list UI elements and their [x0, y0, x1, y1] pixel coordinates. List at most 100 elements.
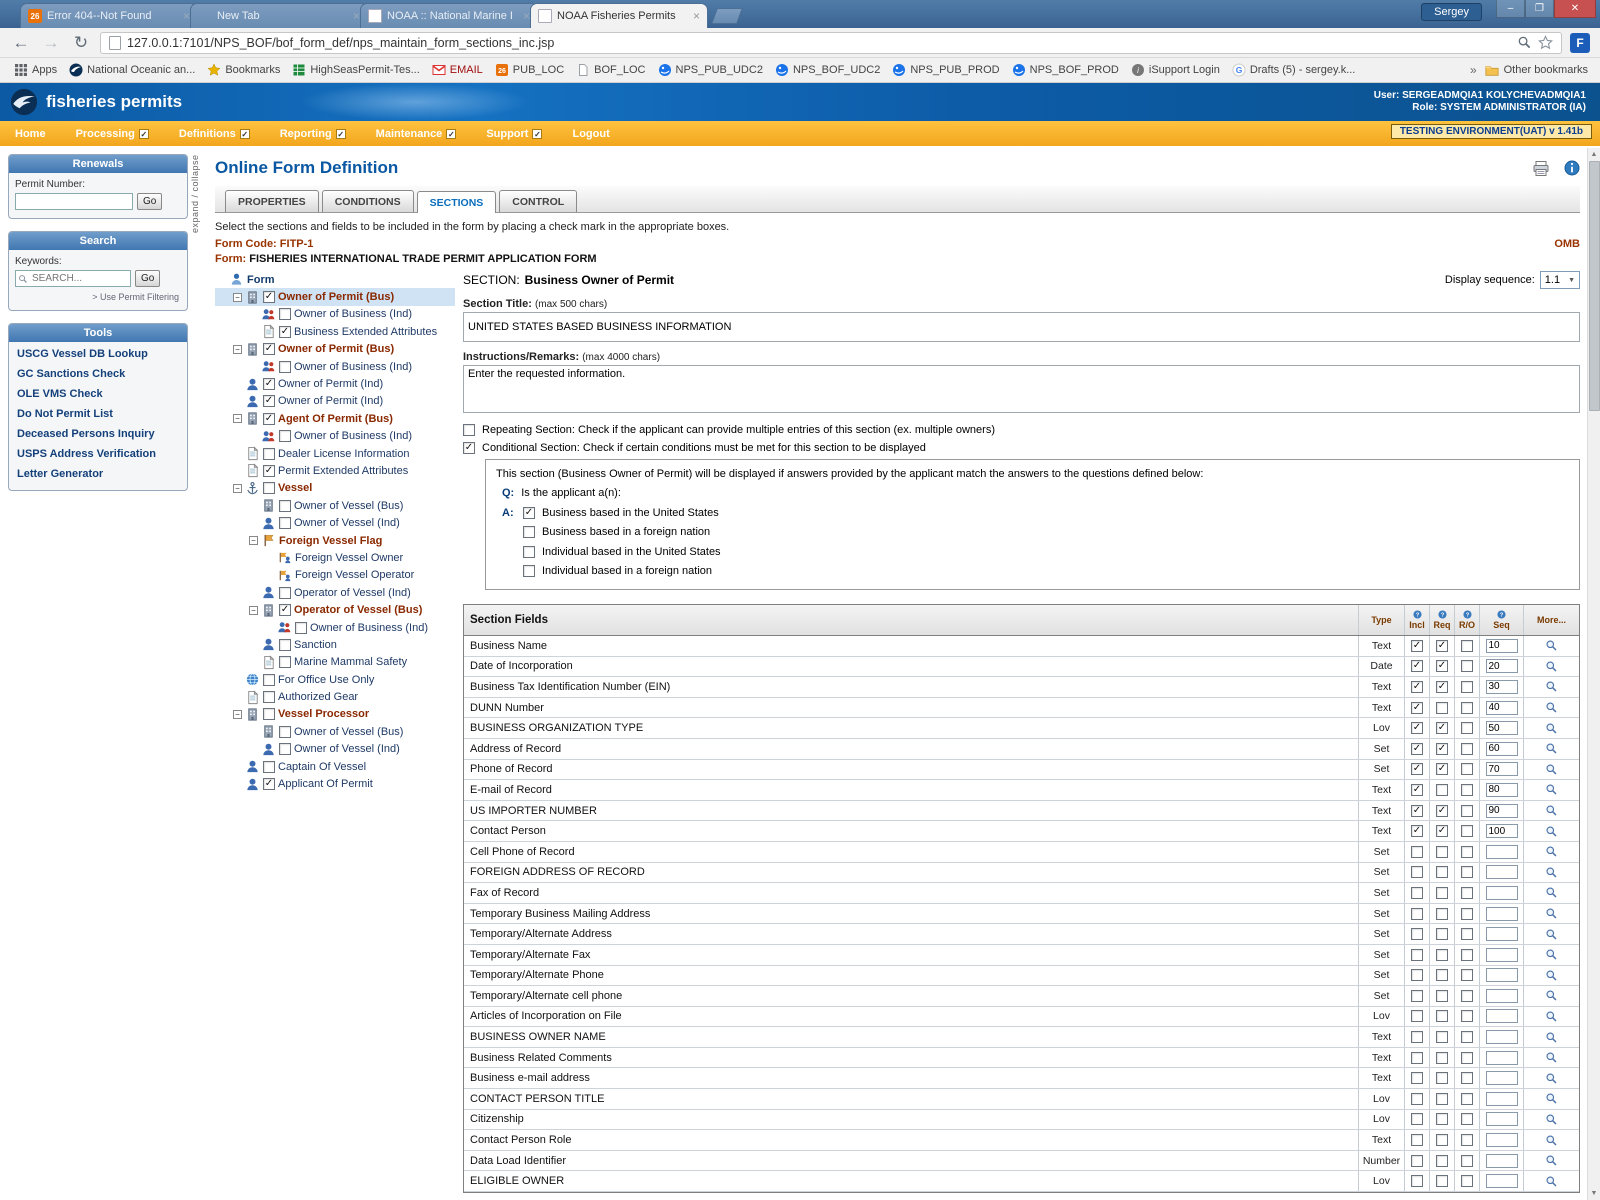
field-seq-input[interactable]	[1486, 1009, 1518, 1023]
answer-checkbox[interactable]	[523, 546, 535, 558]
magnifier-icon[interactable]	[1545, 680, 1558, 693]
back-icon[interactable]: ←	[10, 33, 32, 53]
tree-item-checkbox[interactable]	[279, 308, 291, 320]
refresh-icon[interactable]: ↻	[70, 33, 92, 53]
field-seq-input[interactable]	[1486, 783, 1518, 797]
bookmark-item[interactable]: BOF_LOC	[570, 61, 651, 79]
field-incl-checkbox[interactable]	[1411, 1175, 1423, 1187]
tree-item-checkbox[interactable]	[263, 708, 275, 720]
field-incl-checkbox[interactable]	[1411, 1093, 1423, 1105]
tree-item[interactable]: Owner of Vessel (Ind)	[215, 514, 455, 531]
tree-item-checkbox[interactable]: ✓	[263, 395, 275, 407]
nav-item-processing[interactable]: Processing✓	[61, 121, 164, 146]
field-ro-checkbox[interactable]	[1461, 969, 1473, 981]
magnifier-icon[interactable]	[1545, 660, 1558, 673]
extension-f-icon[interactable]: F	[1570, 33, 1590, 53]
field-ro-checkbox[interactable]	[1461, 681, 1473, 693]
answer-checkbox[interactable]: ✓	[523, 507, 535, 519]
magnifier-icon[interactable]	[1545, 701, 1558, 714]
field-ro-checkbox[interactable]	[1461, 1175, 1473, 1187]
tree-item[interactable]: −Vessel Processor	[215, 706, 455, 723]
field-seq-input[interactable]	[1486, 989, 1518, 1003]
tree-item[interactable]: ✓Owner of Permit (Ind)	[215, 375, 455, 392]
scroll-up-icon[interactable]: ▲	[1591, 148, 1598, 161]
magnifier-icon[interactable]	[1545, 907, 1558, 920]
field-incl-checkbox[interactable]	[1411, 846, 1423, 858]
field-incl-checkbox[interactable]	[1411, 887, 1423, 899]
remarks-textarea[interactable]: Enter the requested information.	[463, 365, 1580, 413]
renewals-go-button[interactable]: Go	[137, 193, 162, 210]
other-bookmarks-button[interactable]: Other bookmarks	[1485, 63, 1592, 77]
magnifier-icon[interactable]	[1545, 1010, 1558, 1023]
new-tab-button[interactable]	[711, 8, 743, 24]
help-icon[interactable]: ?	[1413, 610, 1422, 619]
field-incl-checkbox[interactable]	[1411, 928, 1423, 940]
repeating-section-checkbox[interactable]	[463, 424, 475, 436]
field-incl-checkbox[interactable]: ✓	[1411, 681, 1423, 693]
field-req-checkbox[interactable]	[1436, 1052, 1448, 1064]
magnifier-icon[interactable]	[1545, 1031, 1558, 1044]
field-req-checkbox[interactable]	[1436, 1113, 1448, 1125]
field-req-checkbox[interactable]: ✓	[1436, 660, 1448, 672]
magnifier-icon[interactable]	[1545, 969, 1558, 982]
tree-expand-icon[interactable]: −	[233, 484, 242, 493]
nav-item-maintenance[interactable]: Maintenance✓	[361, 121, 472, 146]
magnifier-icon[interactable]	[1545, 1113, 1558, 1126]
field-seq-input[interactable]	[1486, 1051, 1518, 1065]
minimize-button[interactable]: –	[1496, 0, 1525, 18]
field-req-checkbox[interactable]	[1436, 908, 1448, 920]
field-seq-input[interactable]	[1486, 680, 1518, 694]
field-seq-input[interactable]	[1486, 968, 1518, 982]
magnifier-icon[interactable]	[1545, 1154, 1558, 1167]
bookmark-item[interactable]: EMAIL	[426, 61, 489, 79]
magnifier-icon[interactable]	[1545, 1175, 1558, 1188]
field-req-checkbox[interactable]	[1436, 846, 1448, 858]
field-incl-checkbox[interactable]: ✓	[1411, 640, 1423, 652]
field-ro-checkbox[interactable]	[1461, 722, 1473, 734]
address-bar[interactable]: 127.0.0.1:7101/NPS_BOF/bof_form_def/nps_…	[100, 32, 1562, 54]
tree-item[interactable]: −✓Agent Of Permit (Bus)	[215, 410, 455, 427]
field-req-checkbox[interactable]	[1436, 1134, 1448, 1146]
field-ro-checkbox[interactable]	[1461, 763, 1473, 775]
help-icon[interactable]: ?	[1463, 610, 1472, 619]
field-req-checkbox[interactable]: ✓	[1436, 825, 1448, 837]
nav-item-home[interactable]: Home	[0, 121, 61, 146]
tree-expand-icon[interactable]: −	[233, 710, 242, 719]
tree-item[interactable]: Marine Mammal Safety	[215, 654, 455, 671]
field-ro-checkbox[interactable]	[1461, 887, 1473, 899]
tree-item-checkbox[interactable]	[279, 517, 291, 529]
field-ro-checkbox[interactable]	[1461, 660, 1473, 672]
field-incl-checkbox[interactable]: ✓	[1411, 702, 1423, 714]
field-seq-input[interactable]	[1486, 865, 1518, 879]
forward-icon[interactable]: →	[40, 33, 62, 53]
field-ro-checkbox[interactable]	[1461, 1010, 1473, 1022]
field-ro-checkbox[interactable]	[1461, 908, 1473, 920]
field-seq-input[interactable]	[1486, 659, 1518, 673]
tab-close-icon[interactable]: ×	[693, 9, 700, 23]
bookmark-item[interactable]: 26PUB_LOC	[489, 61, 570, 79]
field-req-checkbox[interactable]: ✓	[1436, 763, 1448, 775]
field-ro-checkbox[interactable]	[1461, 1052, 1473, 1064]
field-req-checkbox[interactable]	[1436, 866, 1448, 878]
field-seq-input[interactable]	[1486, 907, 1518, 921]
field-seq-input[interactable]	[1486, 886, 1518, 900]
tree-item-checkbox[interactable]	[279, 430, 291, 442]
tree-item[interactable]: −✓Owner of Permit (Bus)	[215, 341, 455, 358]
field-req-checkbox[interactable]: ✓	[1436, 743, 1448, 755]
tree-item[interactable]: ✓Applicant Of Permit	[215, 775, 455, 792]
magnifier-icon[interactable]	[1545, 763, 1558, 776]
magnifier-icon[interactable]	[1545, 825, 1558, 838]
field-seq-input[interactable]	[1486, 1092, 1518, 1106]
section-title-input[interactable]	[463, 312, 1580, 342]
browser-tab[interactable]: 26Error 404--Not Found×	[20, 3, 198, 28]
field-req-checkbox[interactable]: ✓	[1436, 640, 1448, 652]
answer-checkbox[interactable]	[523, 565, 535, 577]
field-ro-checkbox[interactable]	[1461, 846, 1473, 858]
field-seq-input[interactable]	[1486, 721, 1518, 735]
field-req-checkbox[interactable]: ✓	[1436, 681, 1448, 693]
field-req-checkbox[interactable]	[1436, 928, 1448, 940]
tree-item[interactable]: Owner of Vessel (Bus)	[215, 497, 455, 514]
field-seq-input[interactable]	[1486, 1154, 1518, 1168]
field-req-checkbox[interactable]	[1436, 1155, 1448, 1167]
expand-collapse-handle[interactable]: expand / collapse	[190, 148, 205, 1200]
